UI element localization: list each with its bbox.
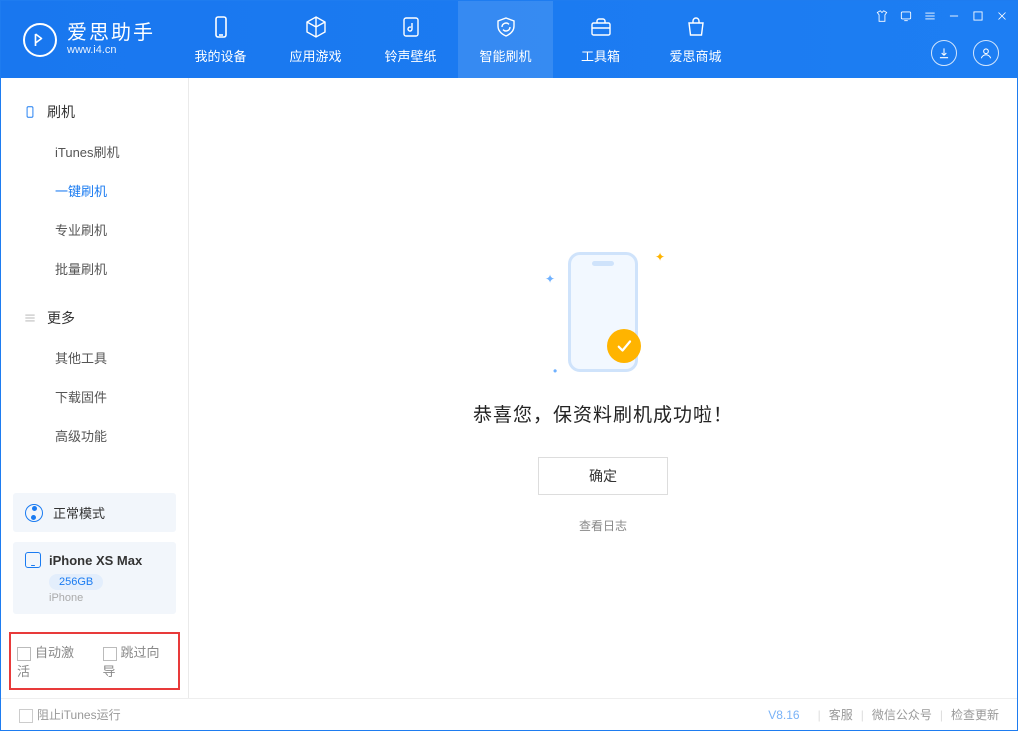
status-bar: 阻止iTunes运行 V8.16 | 客服 | 微信公众号 | 检查更新 [1,698,1017,730]
group-title: 刷机 [47,102,75,122]
sidebar-item-itunes-flash[interactable]: iTunes刷机 [1,132,188,171]
sidebar-item-batch-flash[interactable]: 批量刷机 [1,249,188,288]
tab-label: 工具箱 [581,46,620,65]
tab-label: 应用游戏 [289,46,341,65]
music-file-icon [398,14,424,40]
app-title: 爱思助手 [67,22,155,44]
device-name: iPhone XS Max [49,553,142,568]
refresh-shield-icon [493,14,519,40]
phone-icon [23,105,37,119]
success-illustration: ✦ ✦ • [543,242,663,382]
check-update-link[interactable]: 检查更新 [951,706,999,723]
tab-my-device[interactable]: 我的设备 [173,1,268,78]
check-badge-icon [607,329,641,363]
block-itunes-label: 阻止iTunes运行 [37,708,121,722]
top-tabs: 我的设备 应用游戏 铃声壁纸 智能刷机 工具箱 爱思商城 [173,1,743,78]
sparkle-icon: • [553,364,557,378]
view-log-link[interactable]: 查看日志 [579,517,627,534]
toolbox-icon [588,14,614,40]
device-storage: 256GB [49,574,103,590]
device-small-icon [25,552,41,568]
sidebar-item-advanced[interactable]: 高级功能 [1,416,188,455]
success-message: 恭喜您，保资料刷机成功啦！ [473,400,733,427]
sidebar-item-download-firmware[interactable]: 下载固件 [1,377,188,416]
options-highlight-box: 自动激活 跳过向导 [9,632,180,690]
close-icon[interactable] [995,9,1009,23]
device-type: iPhone [49,592,164,604]
menu-icon[interactable] [923,9,937,23]
app-subtitle: www.i4.cn [67,44,155,56]
sparkle-icon: ✦ [545,272,555,286]
block-itunes-checkbox[interactable]: 阻止iTunes运行 [19,706,121,723]
sidebar-group-flash: 刷机 [1,96,188,132]
tab-label: 爱思商城 [669,46,721,65]
minimize-icon[interactable] [947,9,961,23]
support-link[interactable]: 客服 [829,706,853,723]
logo-icon [23,23,57,57]
ok-button[interactable]: 确定 [538,457,668,495]
tab-label: 智能刷机 [479,46,531,65]
bag-icon [683,14,709,40]
sidebar-group-more: 更多 [1,302,188,338]
tab-flash[interactable]: 智能刷机 [458,1,553,78]
mode-icon [25,504,43,522]
wechat-link[interactable]: 微信公众号 [872,706,932,723]
header-actions [931,40,999,66]
tab-apps-games[interactable]: 应用游戏 [268,1,363,78]
tab-store[interactable]: 爱思商城 [648,1,743,78]
skip-guide-checkbox[interactable]: 跳过向导 [103,642,173,680]
auto-activate-checkbox[interactable]: 自动激活 [17,642,87,680]
app-logo: 爱思助手 www.i4.cn [1,22,173,56]
app-header: 爱思助手 www.i4.cn 我的设备 应用游戏 铃声壁纸 智能刷机 工具箱 爱… [1,1,1017,78]
tab-label: 我的设备 [194,46,246,65]
list-icon [23,311,37,325]
shirt-icon[interactable] [875,9,889,23]
window-controls [875,9,1009,23]
user-button[interactable] [973,40,999,66]
sidebar: 刷机 iTunes刷机 一键刷机 专业刷机 批量刷机 更多 其他工具 下载固件 … [1,78,189,698]
sparkle-icon: ✦ [655,250,665,264]
mode-label: 正常模式 [53,503,105,522]
version-label: V8.16 [768,708,799,722]
sidebar-item-pro-flash[interactable]: 专业刷机 [1,210,188,249]
sidebar-item-oneclick-flash[interactable]: 一键刷机 [1,171,188,210]
tab-toolbox[interactable]: 工具箱 [553,1,648,78]
device-box[interactable]: iPhone XS Max 256GB iPhone [13,542,176,614]
tab-label: 铃声壁纸 [384,46,436,65]
tab-ringtones[interactable]: 铃声壁纸 [363,1,458,78]
main-content: ✦ ✦ • 恭喜您，保资料刷机成功啦！ 确定 查看日志 [189,78,1017,698]
device-icon [208,14,234,40]
sidebar-item-other-tools[interactable]: 其他工具 [1,338,188,377]
phone-outline-icon [568,252,638,372]
feedback-icon[interactable] [899,9,913,23]
mode-box[interactable]: 正常模式 [13,493,176,532]
download-button[interactable] [931,40,957,66]
group-title: 更多 [47,308,75,328]
maximize-icon[interactable] [971,9,985,23]
cube-icon [303,14,329,40]
